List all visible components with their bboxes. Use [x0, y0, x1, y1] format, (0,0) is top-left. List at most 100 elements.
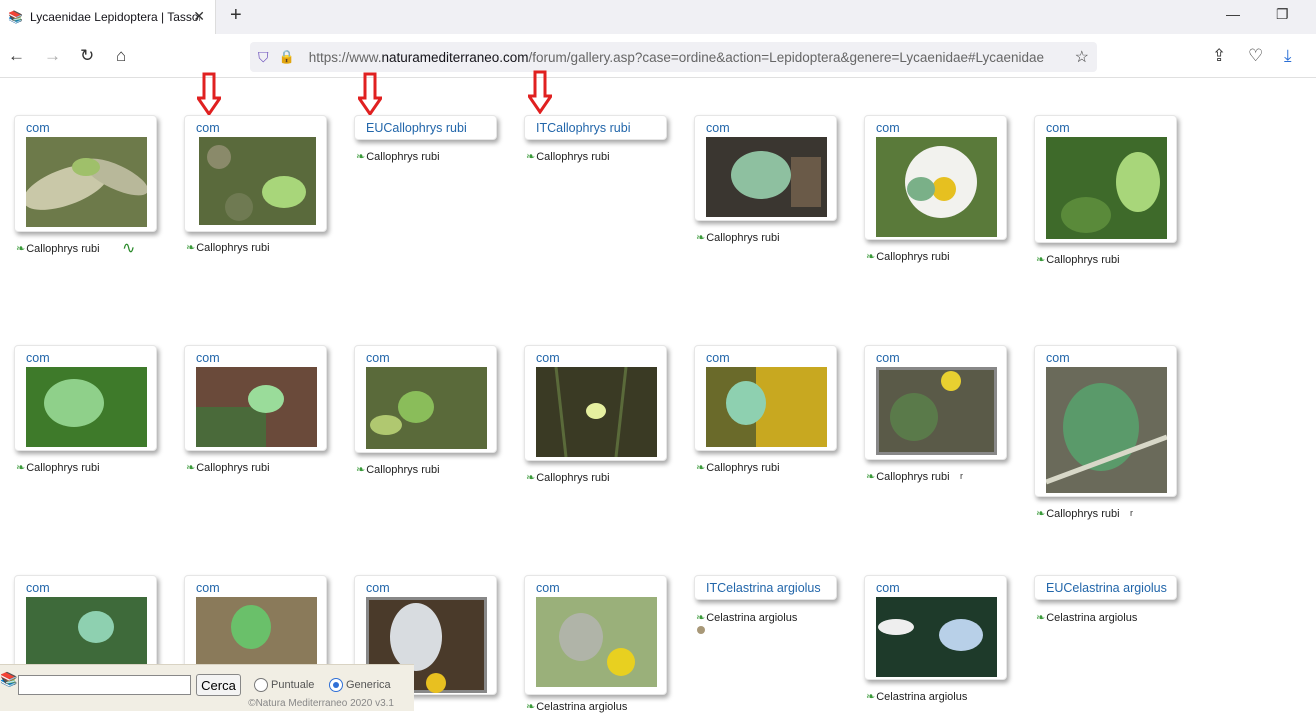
url-bar[interactable]: ⛉ 🔒 https://www.naturamediterraneo.com/f…	[250, 42, 1097, 72]
radio-generica[interactable]	[329, 678, 343, 692]
butterfly-photo[interactable]	[1046, 367, 1167, 493]
butterfly-photo[interactable]	[1046, 137, 1167, 239]
butterfly-photo[interactable]	[199, 137, 316, 225]
card-label[interactable]: EUCelastrina argiolus	[1046, 581, 1167, 595]
species-caption[interactable]: ❧Callophrys rubi	[356, 463, 440, 476]
gallery-card[interactable]: com	[864, 115, 1007, 240]
back-icon[interactable]: ←	[8, 46, 25, 66]
gallery-card[interactable]: com	[864, 575, 1007, 680]
shield-icon[interactable]: ⛉	[258, 49, 269, 66]
gallery-card[interactable]: com	[524, 345, 667, 461]
species-caption[interactable]: ❧Celastrina argiolus	[526, 700, 627, 713]
card-label[interactable]: com	[366, 351, 390, 365]
browser-tab[interactable]: 📚 Lycaenidae Lepidoptera | Tassonomia ✕	[0, 0, 216, 34]
butterfly-photo[interactable]	[536, 367, 657, 457]
caterpillar-icon: ∿	[122, 240, 136, 257]
close-tab-icon[interactable]: ✕	[193, 8, 205, 25]
gallery-card[interactable]: com	[184, 115, 327, 232]
card-label[interactable]: com	[26, 581, 50, 595]
search-input[interactable]	[18, 675, 191, 695]
books-icon: 📚	[0, 671, 18, 687]
species-caption[interactable]: ❧Callophrys rubi	[16, 242, 100, 255]
card-label[interactable]: com	[1046, 351, 1070, 365]
species-caption[interactable]: ❧Celastrina argiolus	[1036, 611, 1137, 624]
leaf-icon: ❧	[866, 471, 876, 483]
gallery-card[interactable]: com	[354, 345, 497, 453]
species-caption[interactable]: ❧Callophrys rubi	[1036, 253, 1120, 266]
leaf-icon: ❧	[356, 464, 366, 476]
reload-icon[interactable]: ↻	[80, 46, 94, 66]
species-caption[interactable]: ❧Callophrys rubi	[696, 231, 780, 244]
butterfly-photo[interactable]	[876, 137, 997, 237]
card-label[interactable]: com	[1046, 121, 1070, 135]
card-label[interactable]: com	[706, 351, 730, 365]
card-label[interactable]: com	[706, 121, 730, 135]
card-label[interactable]: com	[196, 121, 220, 135]
card-label[interactable]: com	[876, 121, 900, 135]
leaf-icon: ❧	[16, 462, 26, 474]
species-caption[interactable]: ❧Callophrys rubi	[526, 471, 610, 484]
card-label[interactable]: ITCelastrina argiolus	[706, 581, 821, 595]
species-caption[interactable]: ❧Callophrys rubi	[866, 250, 950, 263]
card-label[interactable]: com	[196, 581, 220, 595]
gallery-card[interactable]: ITCallophrys rubi	[524, 115, 667, 140]
butterfly-photo[interactable]	[876, 597, 997, 677]
butterfly-photo[interactable]	[196, 367, 317, 447]
card-label[interactable]: com	[366, 581, 390, 595]
gallery-card[interactable]: com	[524, 575, 667, 695]
gallery-card[interactable]: EUCallophrys rubi	[354, 115, 497, 140]
search-button[interactable]: Cerca	[196, 674, 241, 696]
gallery-card[interactable]: com	[694, 115, 837, 221]
species-caption[interactable]: ❧Celastrina argiolus	[866, 690, 967, 703]
gallery-card[interactable]: EUCelastrina argiolus	[1034, 575, 1177, 600]
gallery-card[interactable]: com	[14, 115, 157, 232]
gallery-card[interactable]: com	[184, 345, 327, 451]
species-caption[interactable]: ❧Callophrys rubi	[186, 461, 270, 474]
pocket-icon[interactable]: ♡	[1248, 46, 1263, 66]
card-label[interactable]: com	[26, 121, 50, 135]
url-text[interactable]: https://www.naturamediterraneo.com/forum…	[309, 50, 1059, 65]
gallery-card[interactable]: com	[1034, 115, 1177, 243]
minimize-icon[interactable]: —	[1226, 6, 1240, 22]
lock-icon[interactable]: 🔒	[279, 49, 295, 65]
butterfly-photo[interactable]	[26, 367, 147, 447]
gallery-card[interactable]: com	[1034, 345, 1177, 497]
species-caption[interactable]: ❧Callophrys rubi	[526, 150, 610, 163]
gallery-card[interactable]: ITCelastrina argiolus	[694, 575, 837, 600]
restore-icon[interactable]: ❐	[1276, 6, 1289, 23]
card-label[interactable]: com	[26, 351, 50, 365]
card-label[interactable]: com	[876, 351, 900, 365]
leaf-icon: ❧	[1036, 612, 1046, 624]
extra-mark: r	[1130, 508, 1133, 518]
butterfly-photo[interactable]	[536, 597, 657, 687]
species-caption[interactable]: ❧Callophrys rubi	[16, 461, 100, 474]
card-label[interactable]: com	[196, 351, 220, 365]
card-label[interactable]: com	[536, 581, 560, 595]
gallery-card[interactable]: com	[864, 345, 1007, 460]
species-caption[interactable]: ❧Callophrys rubi	[1036, 507, 1120, 520]
gallery-card[interactable]: com	[14, 345, 157, 451]
butterfly-photo[interactable]	[876, 367, 997, 455]
home-icon[interactable]: ⌂	[116, 46, 126, 66]
leaf-icon: ❧	[186, 462, 196, 474]
card-label[interactable]: EUCallophrys rubi	[366, 121, 467, 135]
species-caption[interactable]: ❧Callophrys rubi	[356, 150, 440, 163]
gallery-card[interactable]: com	[694, 345, 837, 451]
card-label[interactable]: ITCallophrys rubi	[536, 121, 630, 135]
card-label[interactable]: com	[536, 351, 560, 365]
butterfly-photo[interactable]	[706, 367, 827, 447]
downloads-icon[interactable]: ⤓	[1284, 46, 1292, 66]
share-icon[interactable]: ⇪	[1212, 46, 1226, 66]
butterfly-photo[interactable]	[706, 137, 827, 217]
species-caption[interactable]: ❧Callophrys rubi	[696, 461, 780, 474]
butterfly-photo[interactable]	[366, 367, 487, 449]
butterfly-photo[interactable]	[26, 137, 147, 227]
forward-icon[interactable]: →	[44, 46, 61, 66]
bookmark-star-icon[interactable]: ☆	[1075, 47, 1089, 67]
species-caption[interactable]: ❧Callophrys rubi	[186, 241, 270, 254]
species-caption[interactable]: ❧Callophrys rubi	[866, 470, 950, 483]
card-label[interactable]: com	[876, 581, 900, 595]
radio-puntuale[interactable]	[254, 678, 268, 692]
new-tab-icon[interactable]: +	[230, 4, 242, 27]
species-caption[interactable]: ❧Celastrina argiolus	[696, 611, 797, 624]
